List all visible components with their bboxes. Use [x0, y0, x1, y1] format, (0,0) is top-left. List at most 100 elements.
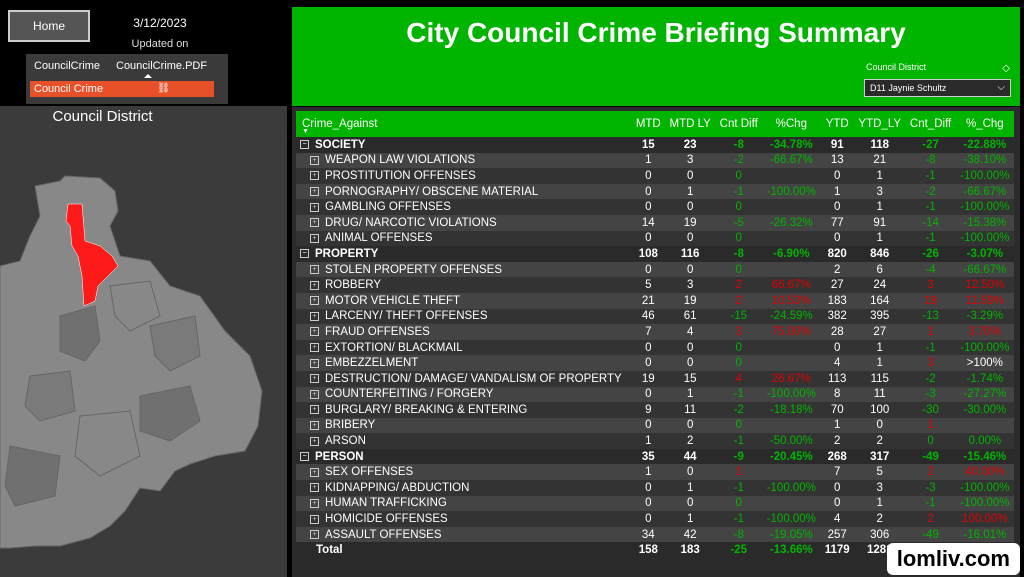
value-cell: 0	[665, 417, 716, 434]
value-cell: 19	[905, 292, 956, 309]
column-header[interactable]: Cnt Diff	[715, 111, 763, 137]
district-shape	[4, 445, 61, 507]
expand-icon[interactable]: +	[310, 436, 319, 446]
value-cell: 11.59%	[955, 292, 1014, 309]
value-cell: -1	[715, 386, 763, 403]
council-district-map[interactable]	[0, 166, 287, 577]
expand-icon[interactable]: +	[310, 280, 319, 290]
tab-councilcrime-pdf[interactable]: CouncilCrime.PDF	[116, 60, 207, 72]
crime-name-cell: + HUMAN TRAFFICKING	[296, 495, 632, 512]
expand-icon[interactable]: +	[310, 233, 319, 243]
value-cell: 42	[665, 526, 716, 543]
value-cell: 3	[853, 480, 906, 496]
value-cell: 116	[665, 246, 716, 262]
column-header[interactable]: Cnt_Diff	[905, 111, 956, 137]
column-header[interactable]: YTD	[820, 111, 854, 137]
value-cell	[762, 230, 821, 247]
value-cell: 77	[820, 214, 854, 231]
value-cell: 108	[631, 246, 666, 262]
tab-councilcrime[interactable]: CouncilCrime	[34, 60, 100, 72]
value-cell: 1	[820, 417, 854, 434]
table-row: + EXTORTION/ BLACKMAIL 0 0 0 0 1 -1 -100.00%	[296, 339, 1014, 356]
column-header[interactable]: YTD_LY	[853, 111, 906, 137]
value-cell: 4	[715, 370, 763, 387]
expand-icon[interactable]: +	[310, 467, 319, 477]
value-cell: 1	[665, 511, 716, 527]
value-cell: 35	[631, 448, 666, 465]
expand-icon[interactable]: +	[310, 218, 319, 228]
crime-name-cell: + MOTOR VEHICLE THEFT	[296, 292, 632, 309]
table-row: + ARSON 1 2 -1 -50.00% 2 2 0 0.00%	[296, 433, 1014, 449]
collapse-icon[interactable]: −	[300, 140, 309, 150]
expand-icon[interactable]: +	[310, 202, 319, 212]
value-cell: 0	[820, 339, 854, 356]
value-cell: -9	[715, 448, 763, 465]
value-cell: -1	[905, 495, 956, 512]
expand-icon[interactable]: +	[310, 311, 319, 321]
expand-icon[interactable]: +	[310, 155, 319, 165]
value-cell: 0	[631, 511, 666, 527]
clear-filter-icon[interactable]: ◇	[1002, 63, 1010, 74]
expand-icon[interactable]: +	[310, 374, 319, 384]
value-cell: 317	[853, 448, 906, 465]
value-cell: 1	[665, 386, 716, 403]
value-cell: -100.00%	[955, 480, 1014, 496]
column-header[interactable]: MTD LY	[665, 111, 716, 137]
crime-name-cell: + ASSAULT OFFENSES	[296, 526, 632, 543]
value-cell: 382	[820, 308, 854, 325]
expand-icon[interactable]: +	[310, 483, 319, 493]
value-cell: 0	[631, 417, 666, 434]
sort-desc-icon: ▼	[302, 128, 309, 135]
collapse-icon[interactable]: −	[300, 452, 309, 462]
value-cell: 44	[665, 448, 716, 465]
value-cell: 2	[820, 261, 854, 278]
home-button[interactable]: Home	[8, 10, 90, 42]
expand-icon[interactable]: +	[310, 187, 319, 197]
expand-icon[interactable]: +	[310, 327, 319, 337]
value-cell: 3	[715, 324, 763, 340]
value-cell: 3.70%	[955, 324, 1014, 340]
table-row: + BRIBERY 0 0 0 1 0 1	[296, 417, 1014, 434]
expand-icon[interactable]: +	[310, 358, 319, 368]
value-cell	[762, 355, 821, 371]
value-cell: 183	[820, 292, 854, 309]
column-header[interactable]: Crime_Against ▼	[296, 111, 632, 137]
value-cell: -100.00%	[955, 339, 1014, 356]
value-cell: >100%	[955, 355, 1014, 371]
column-header[interactable]: %Chg	[762, 111, 821, 137]
value-cell: 26.67%	[762, 370, 821, 387]
council-district-dropdown[interactable]: D11 Jaynie Schultz ⌵	[864, 79, 1011, 97]
value-cell: 0	[715, 230, 763, 247]
value-cell: -1	[905, 168, 956, 184]
value-cell: 70	[820, 402, 854, 418]
expand-icon[interactable]: +	[310, 389, 319, 399]
value-cell: 21	[631, 292, 666, 309]
value-cell: -5	[715, 214, 763, 231]
expand-icon[interactable]: +	[310, 265, 319, 275]
expand-icon[interactable]: +	[310, 405, 319, 415]
district-shape	[24, 370, 76, 422]
selected-page-item[interactable]: Council Crime ⛓	[30, 81, 214, 97]
table-row: + BURGLARY/ BREAKING & ENTERING 9 11 -2 -18.1…	[296, 402, 1014, 418]
value-cell: 2	[715, 292, 763, 309]
value-cell: -50.00%	[762, 433, 821, 449]
expand-icon[interactable]: +	[310, 498, 319, 508]
table-row: + STOLEN PROPERTY OFFENSES 0 0 0 2 6 -4 -66.67%	[296, 261, 1014, 278]
expand-icon[interactable]: +	[310, 530, 319, 540]
value-cell: 3	[665, 277, 716, 293]
expand-icon[interactable]: +	[310, 171, 319, 181]
collapse-icon[interactable]: −	[300, 249, 309, 259]
value-cell: 0	[665, 199, 716, 215]
crime-name-cell: + PROSTITUTION OFFENSES	[296, 168, 632, 184]
expand-icon[interactable]: +	[310, 296, 319, 306]
expand-icon[interactable]: +	[310, 342, 319, 352]
value-cell: -100.00%	[955, 199, 1014, 215]
value-cell: 13	[820, 152, 854, 169]
expand-icon[interactable]: +	[310, 514, 319, 524]
column-header[interactable]: %_Chg	[955, 111, 1014, 137]
expand-icon[interactable]: +	[310, 420, 319, 430]
value-cell	[762, 168, 821, 184]
value-cell: 1	[853, 339, 906, 356]
value-cell: 14	[631, 214, 666, 231]
column-header[interactable]: MTD	[631, 111, 666, 137]
